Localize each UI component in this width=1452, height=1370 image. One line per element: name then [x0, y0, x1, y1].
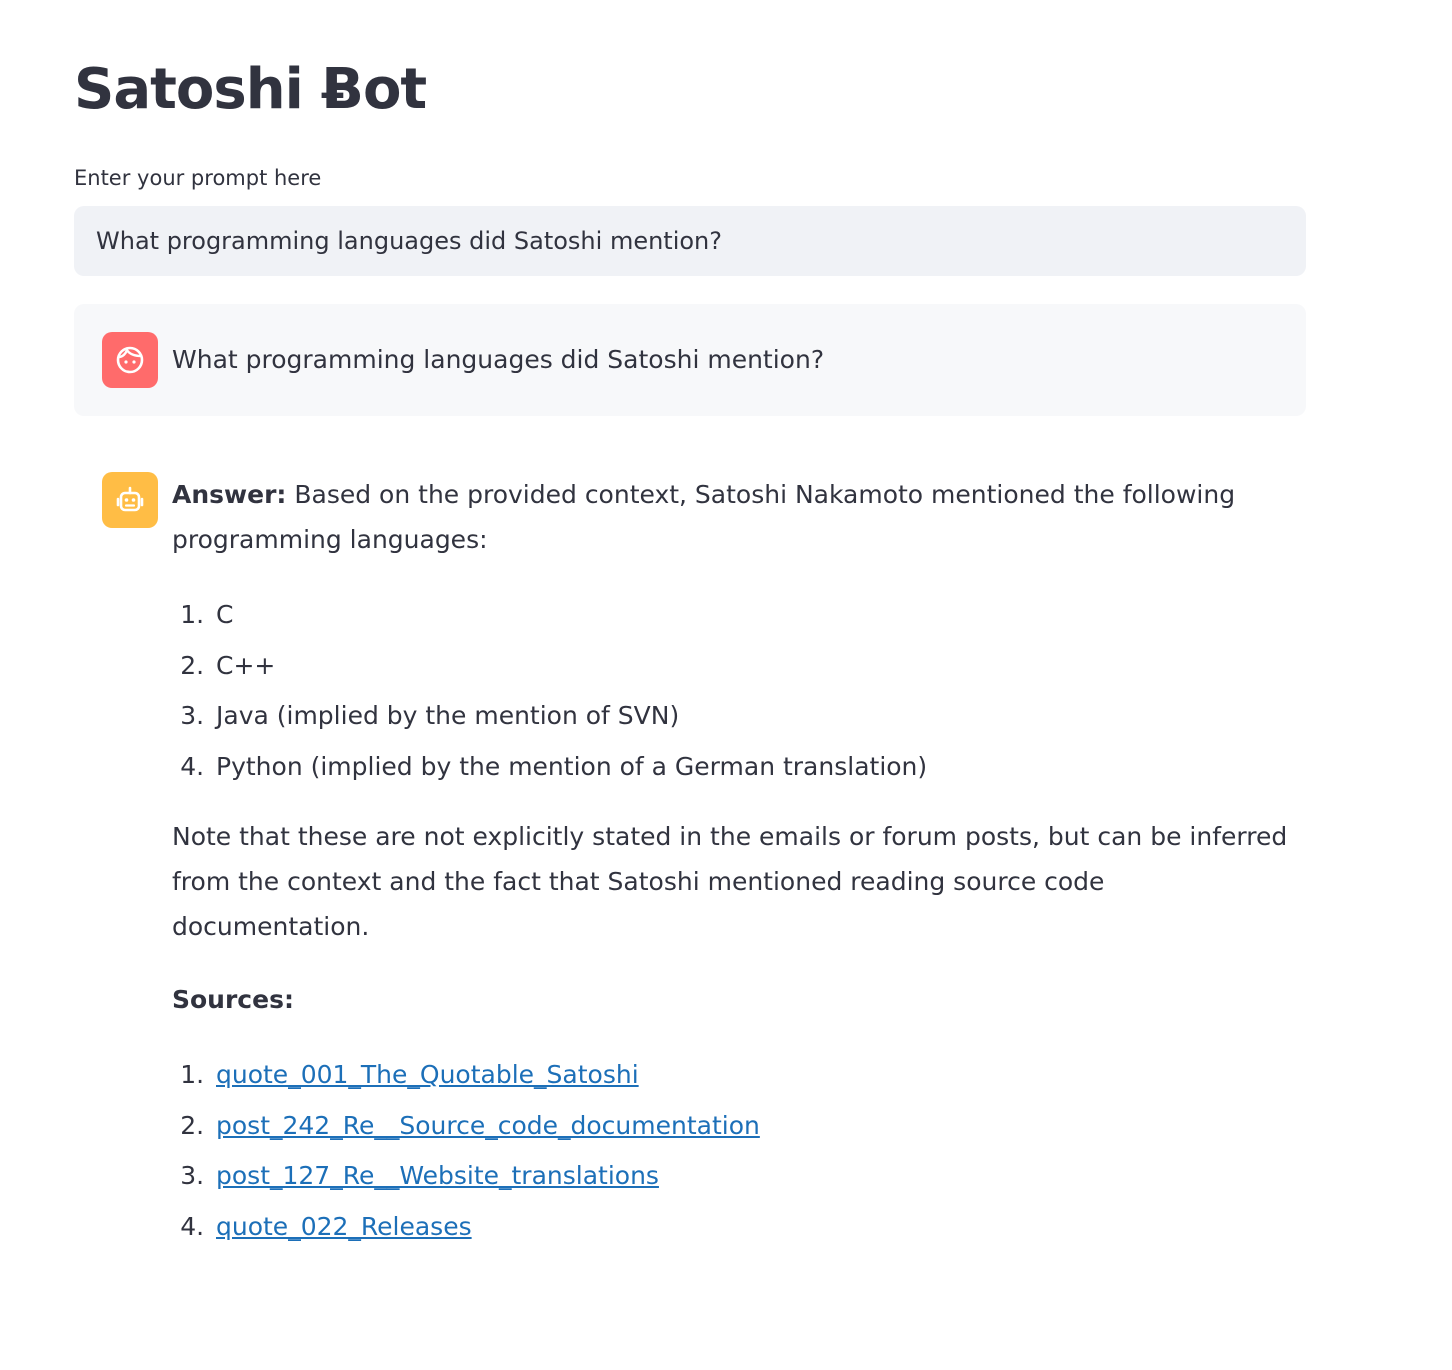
source-link[interactable]: post_242_Re__Source_code_documentation [216, 1111, 760, 1140]
source-item: quote_022_Releases [212, 1202, 1306, 1253]
prompt-label: Enter your prompt here [74, 166, 322, 190]
assistant-message: Answer: Based on the provided context, S… [172, 472, 1306, 1252]
source-item: post_242_Re__Source_code_documentation [212, 1101, 1306, 1152]
prompt-input[interactable] [74, 206, 1306, 276]
list-item: C++ [212, 641, 1306, 692]
list-item: C [212, 590, 1306, 641]
user-message-text: What programming languages did Satoshi m… [172, 345, 825, 374]
robot-icon [102, 472, 158, 528]
list-item: Python (implied by the mention of a Germ… [212, 742, 1306, 793]
answer-text: Based on the provided context, Satoshi N… [172, 480, 1236, 554]
answer-paragraph: Answer: Based on the provided context, S… [172, 472, 1306, 562]
list-item: Java (implied by the mention of SVN) [212, 691, 1306, 742]
source-link[interactable]: post_127_Re__Website_translations [216, 1161, 659, 1190]
note-paragraph: Note that these are not explicitly state… [172, 822, 1288, 941]
user-face-icon [102, 332, 158, 388]
language-list: C C++ Java (implied by the mention of SV… [172, 590, 1306, 792]
source-link[interactable]: quote_001_The_Quotable_Satoshi [216, 1060, 639, 1089]
source-item: post_127_Re__Website_translations [212, 1151, 1306, 1202]
sources-label: Sources: [172, 985, 294, 1014]
sources-list: quote_001_The_Quotable_Satoshi post_242_… [172, 1050, 1306, 1252]
sources-heading: Sources: [172, 977, 1306, 1022]
answer-label: Answer: [172, 480, 287, 509]
user-message: What programming languages did Satoshi m… [74, 304, 1306, 416]
source-link[interactable]: quote_022_Releases [216, 1212, 472, 1241]
page-title: Satoshi Ƀot [74, 57, 427, 122]
source-item: quote_001_The_Quotable_Satoshi [212, 1050, 1306, 1101]
